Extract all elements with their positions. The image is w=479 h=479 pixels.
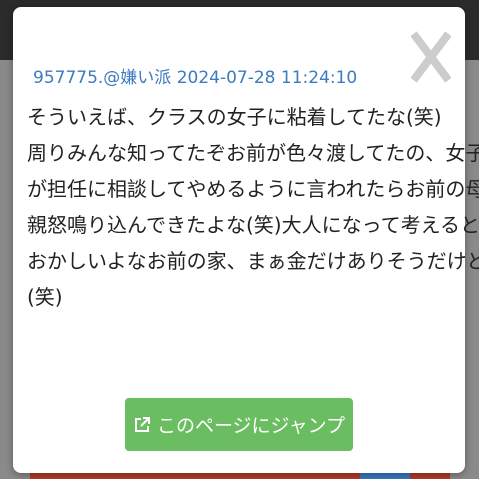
- post-line: (笑): [27, 285, 63, 309]
- post-line: が担任に相談してやめるように言われたらお前の母: [27, 177, 479, 201]
- post-line: そういえば、クラスの女子に粘着してたな(笑): [27, 105, 442, 129]
- post-line: 周りみんな知ってたぞお前が色々渡してたの、女子: [27, 141, 479, 165]
- external-link-icon: [134, 416, 150, 432]
- post-modal: 957775.@嫌い派 2024-07-28 11:24:10 そういえば、クラ…: [13, 7, 479, 473]
- post-body: そういえば、クラスの女子に粘着してたな(笑) 周りみんな知ってたぞお前が色々渡し…: [27, 99, 479, 315]
- post-line: 親怒鳴り込んできたよな(笑)大人になって考えると: [27, 213, 479, 237]
- jump-button-label: このページにジャンプ: [156, 415, 346, 437]
- jump-to-page-button[interactable]: このページにジャンプ: [125, 398, 353, 451]
- post-line: おかしいよなお前の家、まぁ金だけありそうだけど: [27, 249, 479, 273]
- close-button[interactable]: [410, 29, 452, 85]
- post-meta[interactable]: 957775.@嫌い派 2024-07-28 11:24:10: [33, 63, 357, 88]
- close-icon: [410, 31, 452, 83]
